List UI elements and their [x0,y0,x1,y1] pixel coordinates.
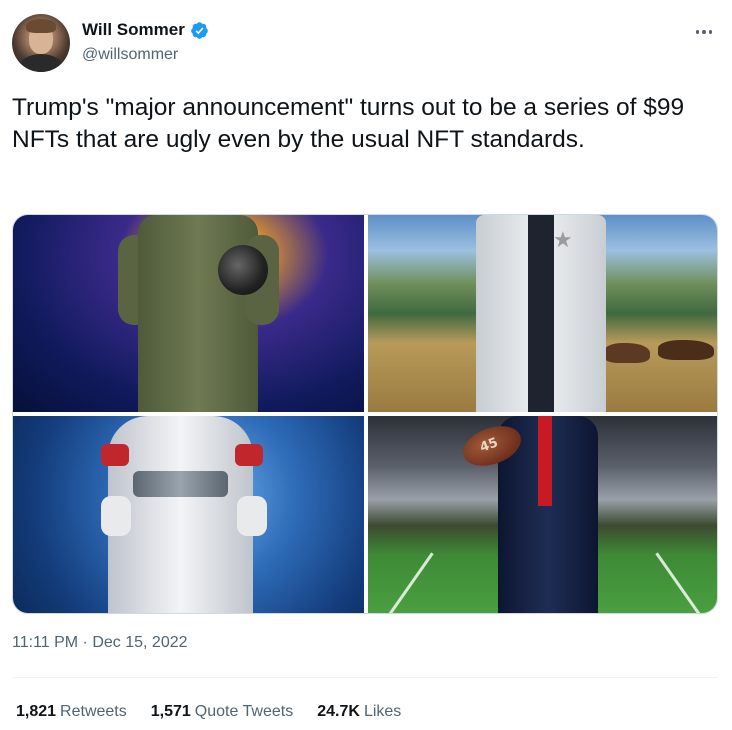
helmet-icon [218,245,268,295]
author-handle[interactable]: @willsommer [82,46,178,64]
media-grid: ★ 45 [12,214,718,614]
retweets-stat[interactable]: 1,821 Retweets [16,703,127,721]
horse-icon [658,340,714,360]
retweets-count: 1,821 [16,703,57,720]
likes-count: 24.7K [317,703,360,720]
quote-tweets-count: 1,571 [150,703,191,720]
sheriff-star-icon: ★ [553,227,573,252]
tweet-timestamp[interactable]: 11:11 PM · Dec 15, 2022 [12,634,188,652]
horse-icon [604,343,650,363]
more-options-icon[interactable] [692,22,716,42]
divider [12,677,718,678]
tweet-text: Trump's "major announcement" turns out t… [12,94,685,153]
engagement-stats: 1,821 Retweets 1,571 Quote Tweets 24.7K … [16,703,401,721]
verified-badge-icon [191,21,208,39]
likes-label: Likes [363,703,402,720]
author-display-name[interactable]: Will Sommer [82,20,185,40]
quote-tweets-stat[interactable]: 1,571 Quote Tweets [151,703,293,721]
retweets-label: Retweets [60,703,127,720]
likes-stat[interactable]: 24.7K Likes [317,703,401,721]
astronaut-image[interactable] [13,416,364,613]
tweet-header: Will Sommer @willsommer [12,14,720,74]
football-image[interactable]: 45 [368,416,717,613]
avatar[interactable] [12,14,70,72]
quote-tweets-label: Quote Tweets [194,703,294,720]
author-name-row: Will Sommer [82,20,209,40]
pilot-image[interactable] [13,215,364,412]
sheriff-image[interactable]: ★ [368,215,717,412]
